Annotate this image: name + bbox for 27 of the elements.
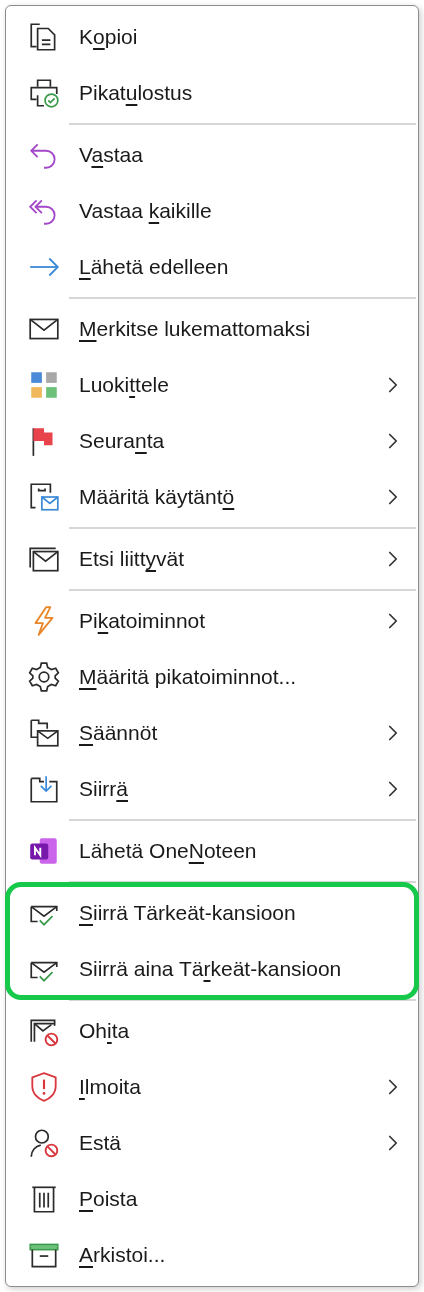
menu-item[interactable]: Siirrä Tärkeät-kansioon [6,885,418,941]
menu-item[interactable]: Vastaa kaikille [6,183,418,239]
menu-item[interactable]: Seuranta [6,413,418,469]
block-person-icon [27,1126,61,1160]
menu-item[interactable]: Merkitse lukemattomaksi [6,301,418,357]
policy-envelope-icon [27,480,61,514]
menu-item[interactable]: Estä [6,1115,418,1171]
menu-item[interactable]: Lähetä edelleen [6,239,418,295]
menu-item[interactable]: Siirrä [6,761,418,817]
menu-item[interactable]: Määritä pikatoiminnot... [6,649,418,705]
menu-item[interactable]: Vastaa [6,127,418,183]
menu-item[interactable]: Luokittele [6,357,418,413]
menu-item[interactable]: Ilmoita [6,1059,418,1115]
menu-item[interactable]: Etsi liittyvät [6,531,418,587]
menu-item[interactable]: Säännöt [6,705,418,761]
menu-item[interactable]: Pikatoiminnot [6,593,418,649]
menu-item[interactable]: Arkistoi... [6,1227,418,1283]
settings-icon [27,660,61,694]
menu-item[interactable]: Lähetä OneNoteen [6,823,418,879]
menu-item[interactable]: Määritä käytäntö [6,469,418,525]
menu-item[interactable]: Kopioi [6,9,418,65]
menu-item[interactable]: Pikatulostus [6,65,418,121]
menu-item[interactable]: Siirrä aina Tärkeät-kansioon [6,941,418,997]
menu-item[interactable]: Poista [6,1171,418,1227]
rules-icon [27,716,61,750]
printer-icon [27,76,61,110]
menu-item[interactable]: Ohita [6,1003,418,1059]
